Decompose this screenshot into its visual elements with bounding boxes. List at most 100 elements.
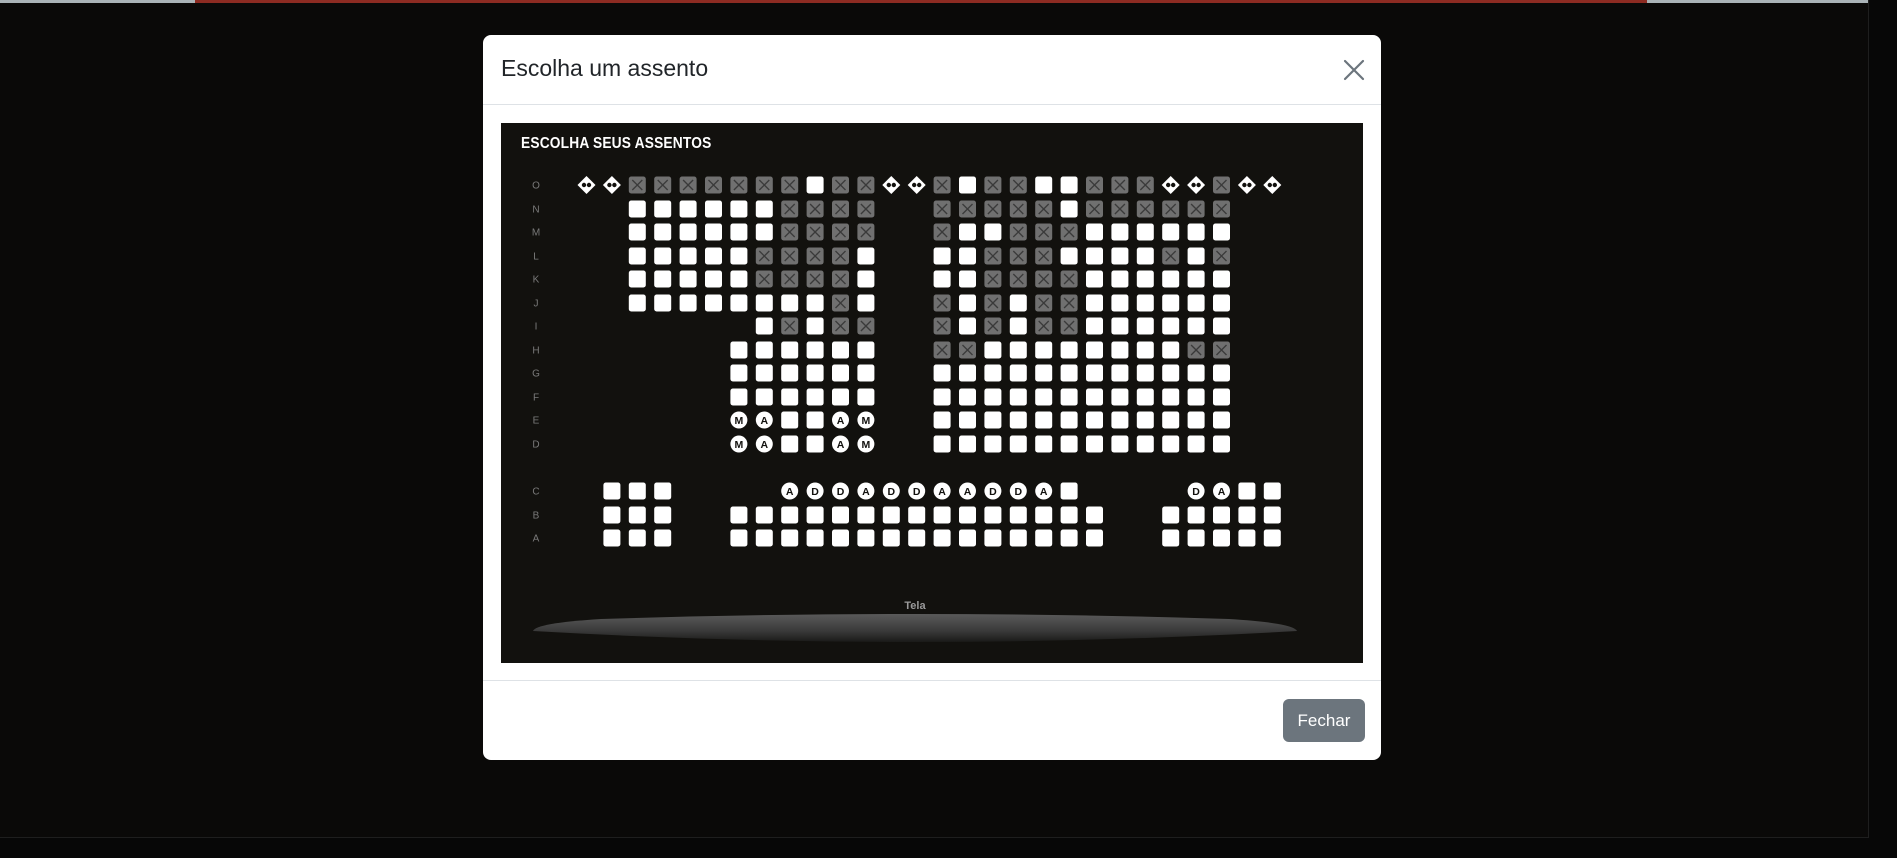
seat-a[interactable]: A bbox=[857, 482, 875, 500]
seat-available[interactable] bbox=[628, 506, 646, 524]
seat-available[interactable] bbox=[1060, 529, 1078, 547]
close-button[interactable]: Fechar bbox=[1283, 699, 1365, 742]
seat-available[interactable] bbox=[882, 506, 900, 524]
seat-available[interactable] bbox=[1060, 435, 1078, 453]
seat-available[interactable] bbox=[755, 364, 773, 382]
seat-available[interactable] bbox=[1187, 506, 1205, 524]
seat-available[interactable] bbox=[628, 294, 646, 312]
seat-available[interactable] bbox=[1009, 529, 1027, 547]
seat-available[interactable] bbox=[857, 294, 875, 312]
seat-available[interactable] bbox=[1213, 388, 1230, 406]
seat-available[interactable] bbox=[1162, 411, 1180, 429]
seat-available[interactable] bbox=[1035, 388, 1053, 406]
seat-available[interactable] bbox=[1009, 435, 1027, 453]
seat-available[interactable] bbox=[1086, 247, 1103, 265]
seat-m[interactable]: M bbox=[857, 435, 875, 453]
seat-available[interactable] bbox=[1213, 506, 1230, 524]
seat-available[interactable] bbox=[1187, 270, 1205, 288]
seat-available[interactable] bbox=[730, 200, 748, 218]
seat-available[interactable] bbox=[1263, 506, 1281, 524]
seat-available[interactable] bbox=[1086, 506, 1103, 524]
seat-available[interactable] bbox=[654, 294, 672, 312]
seat-available[interactable] bbox=[730, 223, 748, 241]
seat-available[interactable] bbox=[628, 270, 646, 288]
seat-a[interactable]: A bbox=[755, 435, 773, 453]
seat-available[interactable] bbox=[755, 388, 773, 406]
seat-available[interactable] bbox=[959, 247, 976, 265]
seat-available[interactable] bbox=[806, 411, 824, 429]
seat-available[interactable] bbox=[1213, 435, 1230, 453]
seat-available[interactable] bbox=[781, 364, 799, 382]
seat-available[interactable] bbox=[755, 294, 773, 312]
seat-available[interactable] bbox=[806, 364, 824, 382]
seat-available[interactable] bbox=[1136, 364, 1154, 382]
seat-available[interactable] bbox=[654, 247, 672, 265]
seat-available[interactable] bbox=[730, 506, 748, 524]
seat-available[interactable] bbox=[1111, 247, 1129, 265]
seat-available[interactable] bbox=[628, 223, 646, 241]
seat-available[interactable] bbox=[1187, 411, 1205, 429]
seat-available[interactable] bbox=[959, 294, 976, 312]
seat-available[interactable] bbox=[959, 223, 976, 241]
seat-available[interactable] bbox=[1111, 294, 1129, 312]
seat-d[interactable]: D bbox=[984, 482, 1002, 500]
seat-available[interactable] bbox=[1162, 294, 1180, 312]
seat-available[interactable] bbox=[1263, 529, 1281, 547]
seat-available[interactable] bbox=[1187, 317, 1205, 335]
seat-available[interactable] bbox=[1111, 223, 1129, 241]
seat-available[interactable] bbox=[959, 364, 976, 382]
seat-available[interactable] bbox=[654, 200, 672, 218]
seat-available[interactable] bbox=[603, 529, 621, 547]
seat-available[interactable] bbox=[1136, 435, 1154, 453]
seat-available[interactable] bbox=[1111, 388, 1129, 406]
seat-available[interactable] bbox=[1060, 411, 1078, 429]
seat-d[interactable]: D bbox=[1009, 482, 1027, 500]
seat-available[interactable] bbox=[781, 341, 799, 359]
seat-available[interactable] bbox=[1086, 435, 1103, 453]
seat-available[interactable] bbox=[654, 270, 672, 288]
seat-available[interactable] bbox=[959, 529, 976, 547]
seat-available[interactable] bbox=[933, 364, 951, 382]
seat-d[interactable]: D bbox=[908, 482, 926, 500]
seat-available[interactable] bbox=[1009, 411, 1027, 429]
seat-available[interactable] bbox=[755, 529, 773, 547]
seat-available[interactable] bbox=[1060, 364, 1078, 382]
seat-available[interactable] bbox=[1009, 506, 1027, 524]
seat-available[interactable] bbox=[1213, 317, 1230, 335]
seat-m[interactable]: M bbox=[857, 411, 875, 429]
seat-available[interactable] bbox=[1136, 247, 1154, 265]
seat-available[interactable] bbox=[628, 529, 646, 547]
seat-available[interactable] bbox=[984, 435, 1002, 453]
seat-available[interactable] bbox=[628, 247, 646, 265]
seat-available[interactable] bbox=[806, 176, 824, 194]
seat-available[interactable] bbox=[1187, 294, 1205, 312]
seat-available[interactable] bbox=[933, 529, 951, 547]
seat-available[interactable] bbox=[603, 482, 621, 500]
seat-available[interactable] bbox=[832, 388, 849, 406]
seat-available[interactable] bbox=[730, 341, 748, 359]
seat-available[interactable] bbox=[832, 506, 849, 524]
seat-available[interactable] bbox=[1086, 294, 1103, 312]
seat-available[interactable] bbox=[755, 223, 773, 241]
seat-a[interactable]: A bbox=[755, 411, 773, 429]
seat-available[interactable] bbox=[1060, 247, 1078, 265]
seat-available[interactable] bbox=[755, 341, 773, 359]
seat-available[interactable] bbox=[1213, 411, 1230, 429]
seat-available[interactable] bbox=[1060, 341, 1078, 359]
seat-available[interactable] bbox=[984, 364, 1002, 382]
seat-available[interactable] bbox=[1187, 529, 1205, 547]
seat-available[interactable] bbox=[755, 317, 773, 335]
seat-available[interactable] bbox=[1035, 341, 1053, 359]
seat-available[interactable] bbox=[1009, 294, 1027, 312]
seat-available[interactable] bbox=[1060, 506, 1078, 524]
seat-available[interactable] bbox=[654, 223, 672, 241]
seat-available[interactable] bbox=[1136, 411, 1154, 429]
seat-available[interactable] bbox=[1162, 529, 1180, 547]
couple-seat-icon[interactable] bbox=[1187, 176, 1206, 194]
seat-available[interactable] bbox=[1060, 388, 1078, 406]
seat-available[interactable] bbox=[1187, 247, 1205, 265]
seat-available[interactable] bbox=[1162, 364, 1180, 382]
seat-available[interactable] bbox=[806, 529, 824, 547]
seat-available[interactable] bbox=[984, 341, 1002, 359]
seat-available[interactable] bbox=[781, 294, 799, 312]
